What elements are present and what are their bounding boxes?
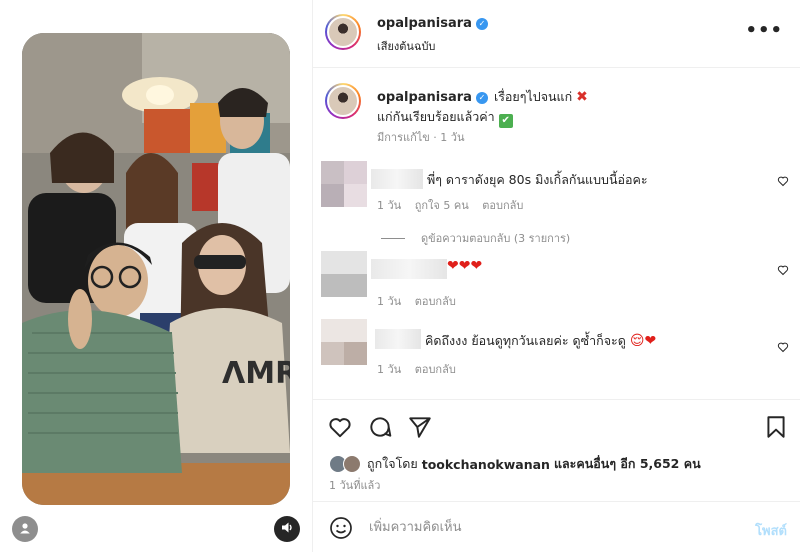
post-actions: ถูกใจโดย tookchanokwanan และคนอื่นๆ อีก … — [313, 399, 800, 501]
bookmark-icon — [767, 416, 785, 438]
add-comment-bar: โพสต์ — [313, 501, 800, 552]
view-replies-button[interactable]: ดูข้อความตอบกลับ (3 รายการ) — [381, 229, 570, 247]
caption-line-2: แก่กันเรียบร้อยแล้วค่า — [377, 109, 495, 124]
reply-button[interactable]: ตอบกลับ — [415, 363, 456, 376]
comment-text-wrap: คิดถึงงง ย้อนดูทุกวันเลยค่ะ ดูซ้ำก็จะดู … — [425, 331, 656, 351]
heart-icon — [777, 176, 789, 187]
svg-text:ΛMR: ΛMR — [222, 356, 290, 391]
commenter-username-redacted[interactable] — [371, 259, 447, 279]
instagram-post-modal: ΛMR opalpanisara ✓ เสียงต้นฉบับ ••• opal… — [0, 0, 800, 552]
save-button[interactable] — [763, 414, 789, 440]
author-name[interactable]: opalpanisara ✓ — [377, 16, 488, 31]
verified-badge-icon: ✓ — [475, 92, 488, 104]
comment-meta: 1 วัน ตอบกลับ — [377, 360, 466, 378]
comment-icon — [370, 417, 392, 437]
post-time[interactable]: 1 วันที่แล้ว — [329, 476, 380, 494]
commenter-avatar[interactable] — [321, 251, 367, 297]
reel-video[interactable]: ΛMR — [22, 33, 290, 505]
commenter-username-redacted[interactable] — [375, 329, 421, 349]
like-button[interactable] — [327, 414, 353, 440]
comment-like-button[interactable] — [777, 341, 789, 353]
emoji-icon — [330, 517, 352, 539]
comment-item: ❤❤❤ 1 วัน ตอบกลับ — [313, 249, 800, 315]
comments-section: opalpanisara ✓ เรื่อยๆไปจนแก่ ✖ แก่กันเรี… — [313, 69, 800, 399]
heart-icon — [777, 265, 789, 276]
liked-by-prefix: ถูกใจโดย — [367, 456, 418, 471]
comment-text: ❤❤❤ — [447, 258, 483, 274]
tagged-users-button[interactable] — [12, 516, 38, 542]
caption-author-avatar[interactable] — [325, 83, 361, 119]
heart-icon — [329, 418, 351, 438]
more-options-button[interactable]: ••• — [745, 20, 783, 41]
user-icon — [19, 522, 31, 537]
comment-item: คิดถึงงง ย้อนดูทุกวันเลยค่ะ ดูซ้ำก็จะดู … — [313, 317, 800, 387]
cross-mark-icon: ✖ — [576, 89, 588, 105]
commenter-username-redacted[interactable] — [371, 169, 423, 189]
post-comment-button[interactable]: โพสต์ — [755, 520, 787, 541]
check-mark-icon: ✔ — [498, 114, 513, 128]
heart-icon — [777, 342, 789, 353]
comment-like-button[interactable] — [777, 175, 789, 187]
comment-like-button[interactable] — [777, 264, 789, 276]
commenter-avatar[interactable] — [321, 161, 367, 207]
caption-line-1: เรื่อยๆไปจนแก่ — [493, 89, 573, 104]
comment-button[interactable] — [367, 414, 393, 440]
post-caption: opalpanisara ✓ เรื่อยๆไปจนแก่ ✖ แก่กันเรี… — [377, 87, 777, 128]
author-avatar[interactable] — [325, 14, 361, 50]
emoji-button[interactable] — [329, 516, 353, 540]
post-header: opalpanisara ✓ เสียงต้นฉบับ ••• — [313, 0, 800, 68]
comment-emoji: 😌❤ — [629, 333, 657, 349]
share-icon — [409, 417, 431, 438]
liker-avatar[interactable] — [343, 455, 361, 473]
caption-username[interactable]: opalpanisara — [377, 90, 472, 105]
commenter-avatar[interactable] — [321, 319, 367, 365]
view-replies-label: ดูข้อความตอบกลับ (3 รายการ) — [421, 232, 571, 245]
comment-like-count[interactable]: ถูกใจ 5 คน — [415, 199, 469, 212]
audio-icon — [281, 521, 294, 537]
reply-button[interactable]: ตอบกลับ — [415, 295, 456, 308]
verified-badge-icon: ✓ — [475, 18, 488, 30]
media-panel: ΛMR — [0, 0, 312, 552]
author-username[interactable]: opalpanisara — [377, 16, 472, 31]
post-details: opalpanisara ✓ เสียงต้นฉบับ ••• opalpanis… — [312, 0, 800, 552]
liked-by-user[interactable]: tookchanokwanan — [422, 457, 550, 472]
reply-button[interactable]: ตอบกลับ — [482, 199, 523, 212]
comment-time: 1 วัน — [377, 199, 402, 212]
liked-by-others[interactable]: และคนอื่นๆ อีก 5,652 คน — [554, 454, 701, 474]
mute-toggle-button[interactable] — [274, 516, 300, 542]
comment-item: พี่ๆ ดาราดังยุค 80s มิงเกิ้ลกันแบบนี้อ่อ… — [313, 157, 800, 247]
comment-time: 1 วัน — [377, 363, 402, 376]
caption-meta: มีการแก้ไข · 1 วัน — [377, 131, 465, 144]
comment-time: 1 วัน — [377, 295, 402, 308]
comment-text: คิดถึงงง ย้อนดูทุกวันเลยค่ะ ดูซ้ำก็จะดู — [425, 333, 626, 348]
liked-by-summary: ถูกใจโดย tookchanokwanan และคนอื่นๆ อีก … — [329, 454, 701, 474]
share-button[interactable] — [407, 414, 433, 440]
comment-input[interactable] — [369, 516, 729, 538]
comment-meta: 1 วัน ถูกใจ 5 คน ตอบกลับ — [377, 196, 533, 214]
original-audio-link[interactable]: เสียงต้นฉบับ — [377, 37, 435, 55]
video-frame-image: ΛMR — [22, 33, 290, 505]
comment-text: พี่ๆ ดาราดังยุค 80s มิงเกิ้ลกันแบบนี้อ่อ… — [427, 172, 648, 187]
comment-meta: 1 วัน ตอบกลับ — [377, 292, 466, 310]
